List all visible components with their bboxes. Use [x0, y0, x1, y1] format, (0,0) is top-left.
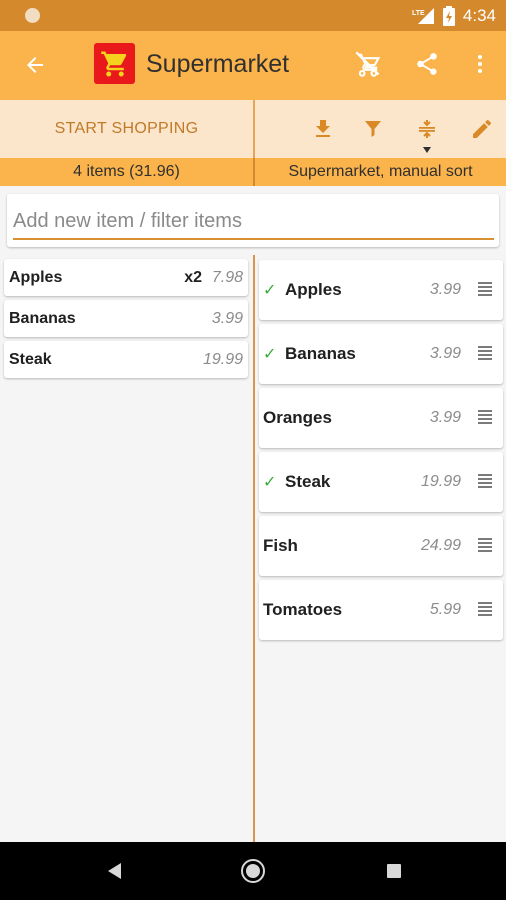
toolbar-divider	[253, 100, 255, 158]
item-price: 3.99	[429, 409, 461, 426]
share-icon	[417, 53, 437, 75]
share-button[interactable]	[409, 46, 445, 82]
edit-button[interactable]	[465, 112, 499, 146]
list-item[interactable]: Apples x2 7.98	[4, 259, 248, 296]
list-item[interactable]: Bananas 3.99	[4, 300, 248, 337]
shopping-list: Apples x2 7.98 Bananas 3.99 Steak 19.99	[4, 259, 248, 382]
item-name: Apples	[285, 280, 342, 299]
item-price: 3.99	[429, 345, 461, 362]
item-price: 19.99	[202, 351, 243, 368]
nav-back-button[interactable]	[100, 857, 128, 885]
import-button[interactable]	[306, 112, 340, 146]
summary-bar: 4 items (31.96) Supermarket, manual sort	[0, 158, 506, 186]
item-count-summary: 4 items (31.96)	[73, 163, 180, 180]
item-name: Tomatoes	[263, 600, 343, 619]
dropdown-caret-icon	[423, 147, 431, 153]
system-nav-bar	[0, 842, 506, 900]
filter-button[interactable]	[356, 112, 390, 146]
check-icon: ✓	[263, 282, 277, 299]
drag-handle-icon[interactable]	[478, 474, 492, 488]
status-icons: LTE 4:34	[411, 0, 496, 31]
overflow-menu-button[interactable]	[462, 46, 498, 82]
status-time: 4:34	[462, 5, 496, 25]
shopping-cart-logo-icon	[94, 43, 135, 84]
drag-handle-icon[interactable]	[478, 282, 492, 296]
list-item[interactable]: ✓ Bananas 3.99	[259, 324, 503, 384]
collapse-button[interactable]	[410, 112, 444, 146]
list-item[interactable]: ✓ Apples 3.99	[259, 260, 503, 320]
start-shopping-button[interactable]: START SHOPPING	[0, 100, 253, 158]
nav-home-icon	[241, 859, 265, 883]
filter-icon	[365, 121, 381, 137]
item-name: Apples	[9, 269, 63, 286]
nav-back-icon	[108, 863, 121, 879]
download-icon	[316, 120, 330, 137]
collapse-icon	[419, 120, 435, 138]
nav-recents-icon	[387, 864, 401, 878]
item-price: 19.99	[420, 473, 461, 490]
column-divider	[253, 255, 255, 842]
item-name: Bananas	[9, 310, 76, 327]
item-price: 3.99	[429, 281, 461, 298]
new-item-card	[7, 194, 499, 247]
lte-label: LTE	[412, 10, 425, 17]
notification-dot-icon	[25, 8, 40, 23]
item-price: 7.98	[211, 269, 243, 286]
item-name: Oranges	[263, 408, 332, 427]
action-toolbar: START SHOPPING	[0, 100, 506, 158]
item-name: Steak	[9, 351, 52, 368]
item-name: Fish	[263, 536, 298, 555]
item-quantity: x2	[184, 269, 202, 286]
item-price: 24.99	[420, 537, 461, 554]
battery-charging-icon	[442, 5, 455, 26]
item-name: Steak	[285, 472, 331, 491]
item-price: 5.99	[429, 601, 461, 618]
back-arrow-icon	[27, 57, 43, 73]
drag-handle-icon[interactable]	[478, 602, 492, 616]
sort-mode-summary: Supermarket, manual sort	[288, 163, 473, 180]
new-item-input[interactable]	[13, 204, 494, 240]
drag-handle-icon[interactable]	[478, 410, 492, 424]
list-item[interactable]: Steak 19.99	[4, 341, 248, 378]
list-item[interactable]: Fish 24.99	[259, 516, 503, 576]
item-price: 3.99	[211, 310, 243, 327]
nav-recents-button[interactable]	[380, 857, 408, 885]
item-name: Bananas	[285, 344, 356, 363]
list-item[interactable]: Oranges 3.99	[259, 388, 503, 448]
check-icon: ✓	[263, 346, 277, 363]
drag-handle-icon[interactable]	[478, 538, 492, 552]
clear-cart-button[interactable]	[350, 46, 386, 82]
edit-icon	[473, 119, 491, 138]
check-icon: ✓	[263, 474, 277, 491]
list-item[interactable]: Tomatoes 5.99	[259, 580, 503, 640]
list-item[interactable]: ✓ Steak 19.99	[259, 452, 503, 512]
more-vert-icon	[478, 55, 482, 73]
app-title: Supermarket	[146, 50, 290, 78]
nav-home-button[interactable]	[239, 857, 267, 885]
catalog-list: ✓ Apples 3.99 ✓ Bananas 3.99 Oranges 3.9…	[259, 260, 503, 644]
lte-signal-icon: LTE	[412, 7, 434, 24]
back-button[interactable]	[18, 48, 52, 82]
drag-handle-icon[interactable]	[478, 346, 492, 360]
cart-remove-icon	[355, 51, 381, 77]
status-bar: LTE 4:34	[0, 0, 506, 31]
app-bar: Supermarket	[0, 31, 506, 100]
